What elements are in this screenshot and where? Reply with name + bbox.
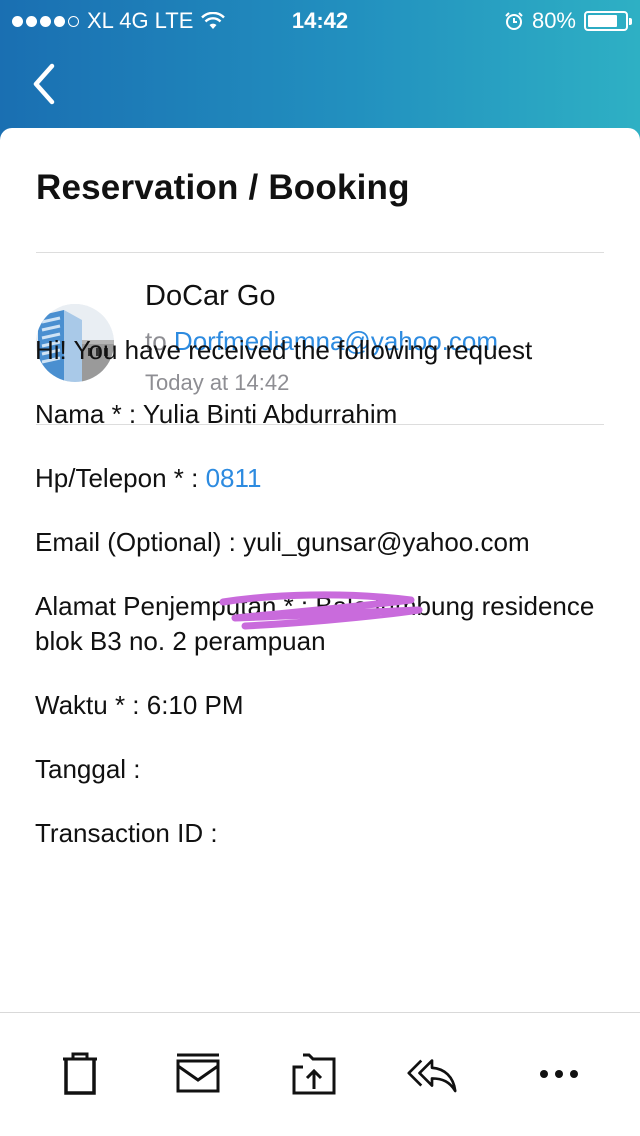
- bottom-toolbar: [0, 1013, 640, 1136]
- delete-button[interactable]: [55, 1049, 105, 1099]
- battery-level: [588, 15, 617, 27]
- trash-icon: [63, 1052, 97, 1095]
- chevron-left-icon: [33, 63, 55, 105]
- alarm-icon: [505, 12, 523, 30]
- move-icon: [292, 1053, 336, 1095]
- greeting-text: Hi! You have received the following requ…: [35, 335, 533, 365]
- phone-label: Hp/Telepon * :: [35, 463, 206, 493]
- battery-icon: [584, 11, 632, 31]
- battery-percent: 80%: [531, 8, 576, 33]
- email-subject: Reservation / Booking: [36, 168, 410, 207]
- archive-icon: [176, 1053, 220, 1093]
- reply-all-icon: [407, 1059, 457, 1093]
- move-button[interactable]: [289, 1049, 339, 1099]
- divider: [36, 252, 604, 253]
- redaction-scribble: [219, 591, 423, 630]
- transaction-id-field: Transaction ID :: [35, 818, 218, 848]
- more-icon: [540, 1070, 578, 1078]
- back-button[interactable]: [22, 58, 72, 112]
- reply-all-button[interactable]: [407, 1049, 457, 1099]
- phone-field: Hp/Telepon * : 0811: [35, 461, 610, 496]
- waktu-field: Waktu * : 6:10 PM: [35, 690, 244, 720]
- sender-name[interactable]: DoCar Go: [145, 280, 276, 313]
- status-bar: XL 4G LTE 14:42 80%: [0, 0, 640, 40]
- archive-button[interactable]: [173, 1049, 223, 1099]
- status-right: 80%: [504, 8, 632, 34]
- email-field: Email (Optional) : yuli_gunsar@yahoo.com: [35, 527, 530, 557]
- tanggal-field: Tanggal :: [35, 754, 141, 784]
- more-button[interactable]: [534, 1049, 584, 1099]
- phone-link[interactable]: 0811: [206, 463, 262, 493]
- nama-field: Nama * : Yulia Binti Abdurrahim: [35, 399, 398, 429]
